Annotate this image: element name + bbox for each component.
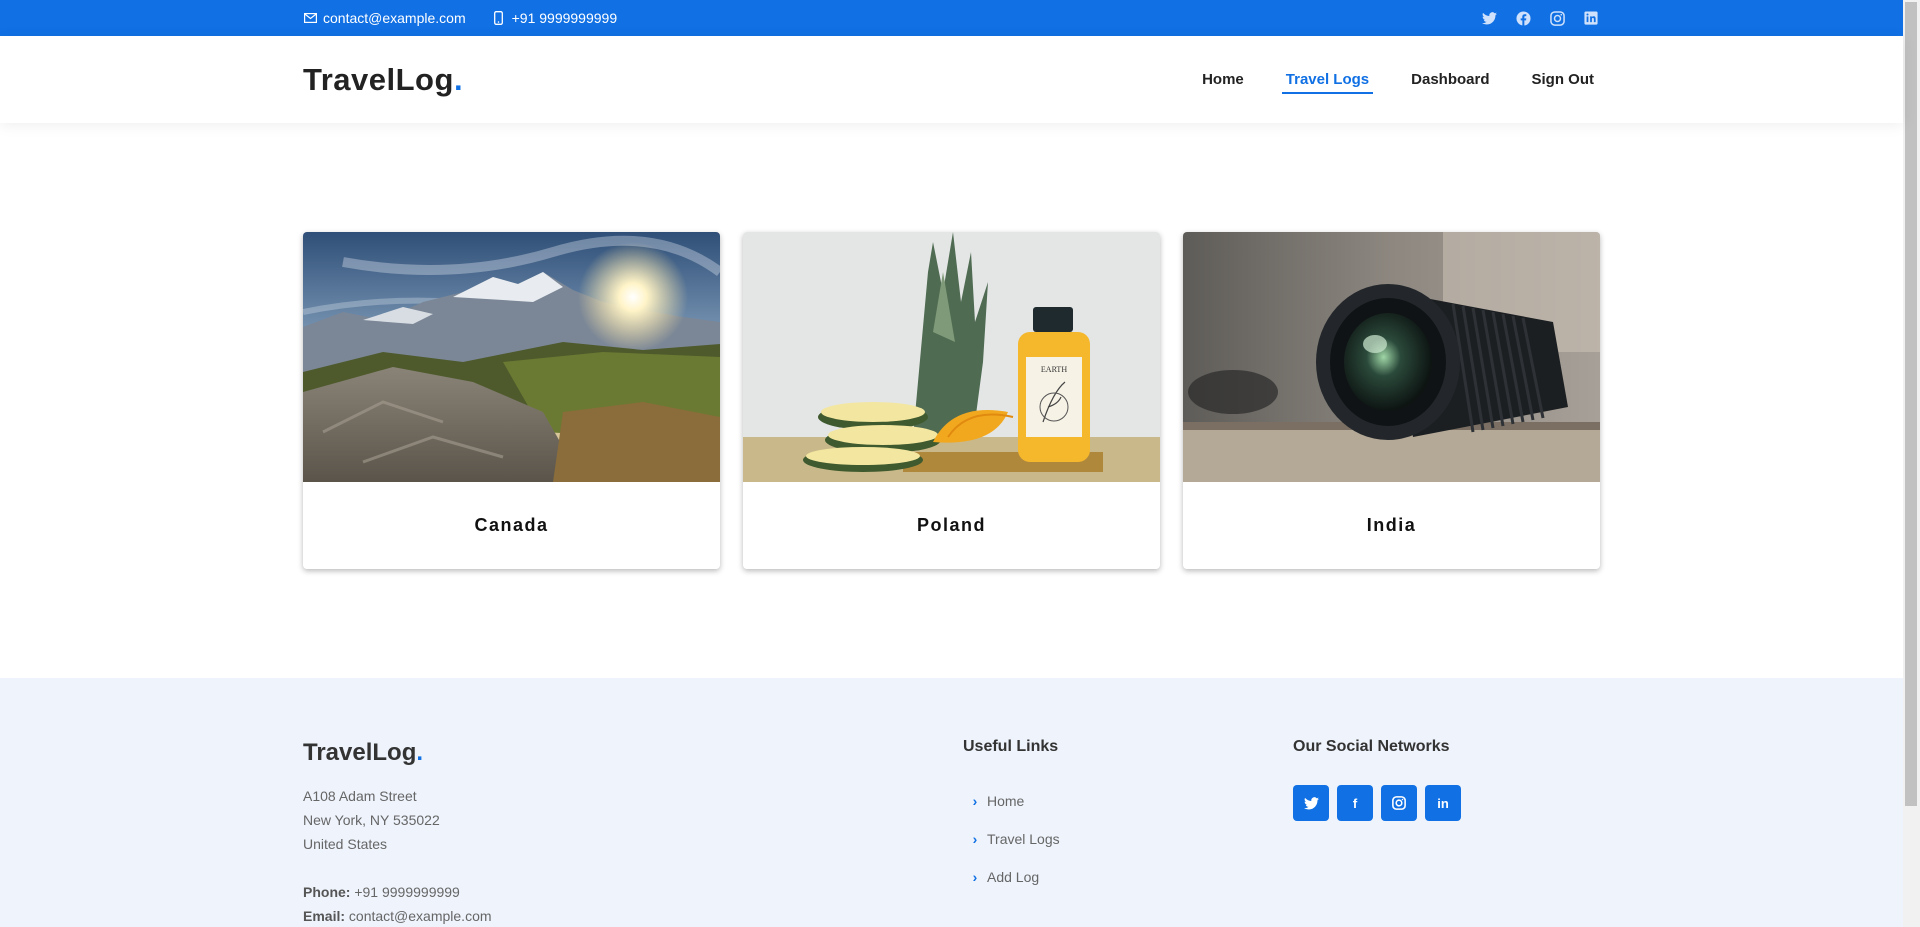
top-social [1463, 0, 1599, 36]
facebook-glyph: f [1352, 795, 1358, 811]
mountain-sunset-image [303, 232, 720, 482]
card-title: India [1366, 515, 1417, 535]
footer-address: A108 Adam Street New York, NY 535022 Uni… [303, 784, 492, 927]
nav-sign-out[interactable]: Sign Out [1528, 65, 1599, 94]
main-header: TravelLog. Home Travel Logs Dashboard Si… [0, 36, 1903, 123]
footer-email: Email: contact@example.com [303, 904, 492, 927]
envelope-icon [303, 11, 317, 25]
top-phone[interactable]: +91 9999999999 [492, 10, 618, 26]
footer-link-label: Add Log [987, 869, 1040, 885]
useful-links: › Home › Travel Logs › Add Log [967, 782, 1060, 896]
instagram-icon[interactable] [1549, 10, 1565, 26]
chevron-right-icon: › [972, 793, 978, 809]
top-phone-text: +91 9999999999 [511, 10, 618, 26]
main-nav: Home Travel Logs Dashboard Sign Out [1164, 36, 1598, 123]
linkedin-icon[interactable]: in [1425, 785, 1461, 821]
footer-link-label: Home [987, 793, 1025, 809]
footer-link-label: Travel Logs [987, 831, 1060, 847]
facebook-icon[interactable]: f [1337, 785, 1373, 821]
chevron-right-icon: › [972, 831, 978, 847]
site-footer: TravelLog. A108 Adam Street New York, NY… [0, 678, 1903, 927]
top-email-text: contact@example.com [323, 10, 466, 26]
logo-text: TravelLog [303, 62, 454, 97]
pineapple-juice-image: EARTH [743, 232, 1160, 482]
footer-phone-value: +91 9999999999 [354, 884, 460, 900]
travel-log-card[interactable]: Canada [303, 232, 720, 569]
page-scrollbar[interactable] [1903, 0, 1920, 927]
top-email[interactable]: contact@example.com [303, 10, 466, 26]
linkedin-glyph: in [1437, 795, 1449, 811]
footer-email-value: contact@example.com [348, 908, 492, 924]
footer-email-label: Email: [303, 908, 346, 924]
social-networks-title: Our Social Networks [1293, 738, 1450, 755]
footer-logo-dot: . [416, 739, 424, 766]
footer-logo-text: TravelLog [303, 739, 417, 766]
nav-home[interactable]: Home [1198, 65, 1248, 94]
twitter-icon[interactable] [1293, 785, 1329, 821]
travel-log-card[interactable]: India [1183, 232, 1600, 569]
card-title: Canada [474, 515, 549, 535]
footer-link-add-log[interactable]: › Add Log [967, 858, 1060, 896]
camera-lens-image [1183, 232, 1600, 482]
footer-phone: Phone: +91 9999999999 [303, 880, 492, 904]
card-title: Poland [916, 515, 986, 535]
address-line: A108 Adam Street [303, 788, 417, 804]
site-logo[interactable]: TravelLog. [303, 62, 463, 98]
top-contact: contact@example.com +91 9999999999 [303, 0, 643, 36]
top-bar: contact@example.com +91 9999999999 [0, 0, 1903, 36]
scrollbar-thumb[interactable] [1905, 2, 1917, 806]
travel-log-cards: Canada EARTH Poland India [303, 232, 1600, 569]
phone-icon [492, 11, 506, 25]
linkedin-icon[interactable] [1583, 10, 1599, 26]
facebook-icon[interactable] [1515, 10, 1531, 26]
nav-dashboard[interactable]: Dashboard [1407, 65, 1493, 94]
svg-text:EARTH: EARTH [1041, 365, 1067, 374]
footer-link-home[interactable]: › Home [967, 782, 1060, 820]
twitter-icon[interactable] [1481, 10, 1497, 26]
footer-social-buttons: f in [1293, 785, 1469, 821]
footer-phone-label: Phone: [303, 884, 351, 900]
footer-logo[interactable]: TravelLog. [303, 739, 423, 767]
nav-travel-logs[interactable]: Travel Logs [1281, 65, 1374, 94]
logo-dot: . [453, 62, 464, 97]
instagram-icon[interactable] [1381, 785, 1417, 821]
address-line: New York, NY 535022 [303, 812, 440, 828]
useful-links-title: Useful Links [963, 738, 1059, 755]
chevron-right-icon: › [972, 869, 978, 885]
footer-link-travel-logs[interactable]: › Travel Logs [967, 820, 1060, 858]
address-line: United States [303, 836, 388, 852]
travel-log-card[interactable]: EARTH Poland [743, 232, 1160, 569]
